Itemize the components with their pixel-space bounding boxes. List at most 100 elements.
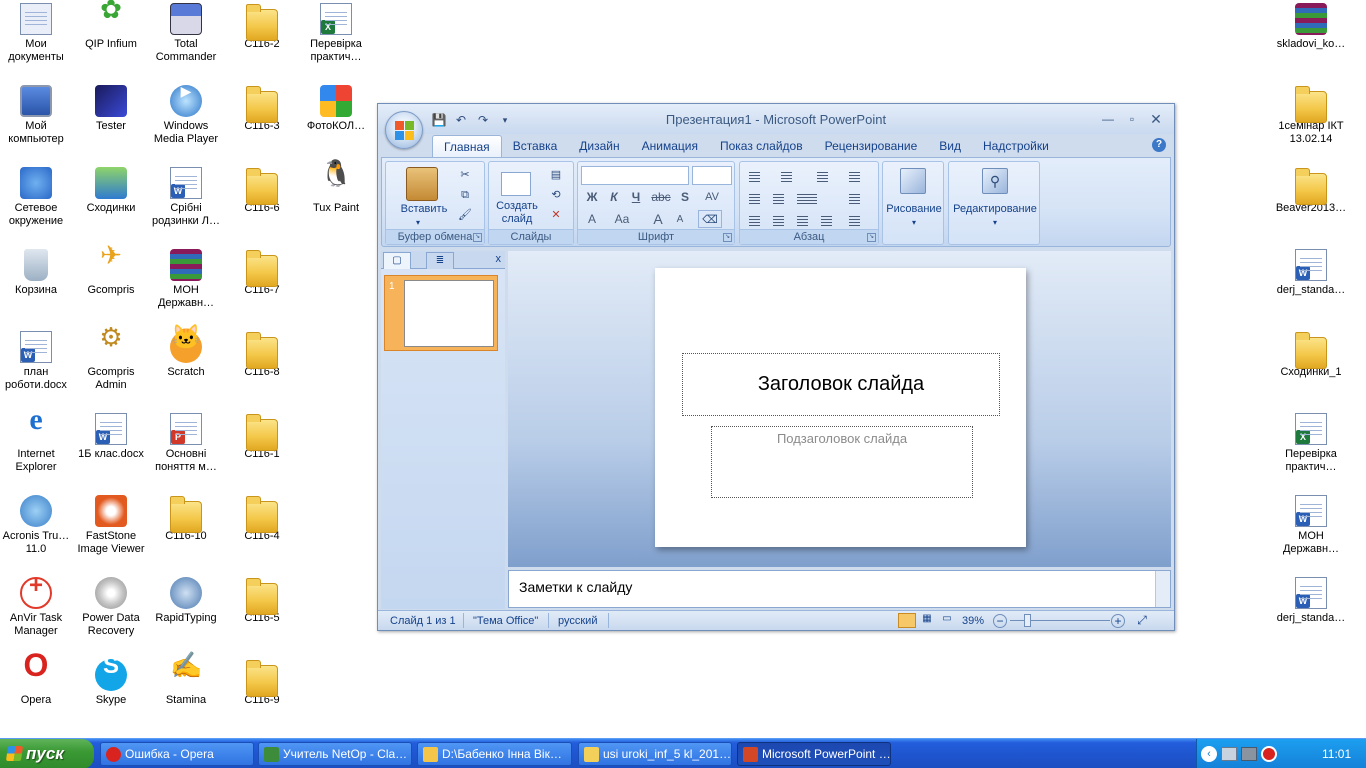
align-center-icon[interactable] <box>768 210 789 229</box>
new-slide-button[interactable]: Создать слайд <box>493 200 541 226</box>
office-button[interactable] <box>385 111 423 149</box>
save-icon[interactable]: 💾 <box>430 111 448 129</box>
tab-design[interactable]: Дизайн <box>568 135 630 158</box>
editing-group[interactable]: ⚲ Редактирование ▾ <box>948 161 1040 245</box>
zoom-in-icon[interactable]: + <box>1111 614 1125 628</box>
shadow-button[interactable]: S <box>676 188 694 207</box>
slideshow-icon[interactable]: ▭ <box>938 613 956 628</box>
drawing-group[interactable]: Рисование ▾ <box>882 161 944 245</box>
slide-thumbnail[interactable]: 1 <box>384 275 498 351</box>
desktop-icon-stamina[interactable]: ✍ Stamina <box>147 652 225 707</box>
new-slide-icon[interactable] <box>501 172 531 196</box>
bold-button[interactable]: Ж <box>582 188 602 207</box>
desktop-icon-c116-6[interactable]: C116-6 <box>223 167 301 215</box>
desktop-icon-beaver[interactable]: Beaver2013… <box>1272 167 1350 215</box>
desktop-icon-anvir[interactable]: + AnVir Task Manager <box>0 574 75 638</box>
desktop-icon-internet-explorer[interactable]: e Internet Explorer <box>0 405 75 474</box>
desktop-icon-shodynky-1[interactable]: Сходинки_1 <box>1272 331 1350 379</box>
desktop-icon-1b-klas[interactable]: W 1Б клас.docx <box>72 413 150 461</box>
desktop-icon-derj-standa-2[interactable]: W derj_standa… <box>1272 577 1350 625</box>
desktop-icon-perevirka-1[interactable]: X Перевірка практич… <box>297 3 375 64</box>
tab-review[interactable]: Рецензирование <box>814 135 929 158</box>
desktop-icon-perevirka-2[interactable]: X Перевірка практич… <box>1272 413 1350 474</box>
desktop-icon-tester[interactable]: Tester <box>72 85 150 133</box>
desktop-icon-skype[interactable]: S Skype <box>72 654 150 707</box>
numbering-icon[interactable] <box>776 166 797 185</box>
opera-tray-icon[interactable] <box>1261 746 1277 762</box>
desktop-icon-power-data-recovery[interactable]: Power Data Recovery <box>72 577 150 638</box>
subtitle-placeholder[interactable]: Подзаголовок слайда <box>711 426 973 498</box>
language-indicator[interactable]: русский <box>558 615 597 627</box>
desktop-icon-mon-rar[interactable]: МОН Державн… <box>147 249 225 310</box>
taskbar-item-usi-uroki[interactable]: usi uroki_inf_5 kl_201… <box>578 742 732 766</box>
zoom-level[interactable]: 39% <box>962 615 984 627</box>
start-button[interactable]: пуск <box>0 739 94 768</box>
paragraph-launcher-icon[interactable]: ↘ <box>867 233 876 242</box>
paste-dropdown-icon[interactable]: ▾ <box>416 216 420 229</box>
desktop-icon-gcompris[interactable]: ✈ Gcompris <box>72 242 150 297</box>
paste-icon[interactable] <box>406 167 438 201</box>
desktop-icon-plan[interactable]: W план роботи.docx <box>0 331 75 392</box>
desktop-icon-seminar[interactable]: 1семінар ІКТ 13.02.14 <box>1272 85 1350 146</box>
notes-pane[interactable]: Заметки к слайду <box>508 570 1171 608</box>
desktop-icon-faststone[interactable]: FastStone Image Viewer <box>72 495 150 556</box>
desktop-icon-opera[interactable]: O Opera <box>0 649 75 707</box>
columns-icon[interactable] <box>792 188 822 207</box>
desktop-icon-c116-7[interactable]: C116-7 <box>223 249 301 297</box>
taskbar-item-explorer[interactable]: D:\Бабенко Інна Вік… <box>417 742 572 766</box>
taskbar-item-powerpoint[interactable]: Microsoft PowerPoint … <box>737 742 891 766</box>
tab-home[interactable]: Главная <box>432 135 502 158</box>
increase-indent-icon[interactable] <box>768 188 789 207</box>
undo-icon[interactable]: ↶ <box>452 111 470 129</box>
display-tray-icon[interactable] <box>1241 747 1257 761</box>
font-name-combo[interactable] <box>581 166 689 185</box>
desktop-icon-skladovi[interactable]: skladovi_ko… <box>1272 3 1350 51</box>
slide-canvas[interactable]: Заголовок слайда Подзаголовок слайда <box>655 268 1026 547</box>
delete-slide-icon[interactable]: ✕ <box>547 206 565 224</box>
desktop-icon-tux-paint[interactable]: 🐧 Tux Paint <box>297 160 375 215</box>
align-left-icon[interactable] <box>744 210 765 229</box>
text-direction-icon[interactable] <box>844 166 865 185</box>
copy-icon[interactable]: ⧉ <box>456 186 474 204</box>
desktop-icon-shodynky[interactable]: Сходинки <box>72 167 150 215</box>
close-button[interactable]: ✕ <box>1146 111 1166 127</box>
desktop-icon-sribni[interactable]: W Срібні родзинки Л… <box>147 167 225 228</box>
bullets-icon[interactable] <box>744 166 765 185</box>
italic-button[interactable]: К <box>604 188 624 207</box>
desktop-icon-network[interactable]: Сетевое окружение <box>0 167 75 228</box>
desktop-icon-my-documents[interactable]: Мои документы <box>0 3 75 64</box>
shrink-font-button[interactable]: A <box>670 210 690 229</box>
fit-to-window-icon[interactable]: ⤢ <box>1134 613 1150 629</box>
minimize-button[interactable]: — <box>1098 111 1118 127</box>
layout-icon[interactable]: ▤ <box>547 166 565 184</box>
justify-icon[interactable] <box>816 210 837 229</box>
reset-icon[interactable]: ⟲ <box>547 186 565 204</box>
char-spacing-button[interactable]: AV <box>696 188 728 207</box>
desktop-icon-qip[interactable]: ✿ QIP Infium <box>72 0 150 51</box>
strikethrough-button[interactable]: abc <box>648 188 674 207</box>
desktop-icon-c116-5[interactable]: C116-5 <box>223 577 301 625</box>
desktop-icon-gcompris-admin[interactable]: ⚙ Gcompris Admin <box>72 324 150 392</box>
font-size-combo[interactable] <box>692 166 732 185</box>
slide-sorter-icon[interactable]: ▦ <box>918 613 936 628</box>
desktop-icon-derj-standa-1[interactable]: W derj_standa… <box>1272 249 1350 297</box>
smartart-icon[interactable] <box>844 210 865 229</box>
title-placeholder[interactable]: Заголовок слайда <box>682 353 1000 416</box>
line-spacing-icon[interactable] <box>812 166 833 185</box>
font-color-button[interactable]: A <box>582 210 602 229</box>
desktop-icon-media-player[interactable]: ▶ Windows Media Player <box>147 84 225 146</box>
customize-qat-icon[interactable]: ▾ <box>496 111 514 129</box>
normal-view-icon[interactable] <box>898 613 916 628</box>
format-painter-icon[interactable]: 🖌 <box>456 206 474 224</box>
desktop-icon-recycle-bin[interactable]: Корзина <box>0 249 75 297</box>
desktop-icon-scratch[interactable]: 🐱 Scratch <box>147 326 225 379</box>
underline-button[interactable]: Ч <box>626 188 646 207</box>
tab-addins[interactable]: Надстройки <box>972 135 1060 158</box>
taskbar-item-netop[interactable]: Учитель NetOp - Cla… <box>258 742 412 766</box>
decrease-indent-icon[interactable] <box>744 188 765 207</box>
network-tray-icon[interactable] <box>1221 747 1237 761</box>
desktop-icon-total-commander[interactable]: Total Commander <box>147 3 225 64</box>
maximize-button[interactable]: ▫ <box>1122 111 1142 127</box>
redo-icon[interactable]: ↷ <box>474 111 492 129</box>
outline-tab-icon[interactable]: ≣ <box>426 252 454 269</box>
